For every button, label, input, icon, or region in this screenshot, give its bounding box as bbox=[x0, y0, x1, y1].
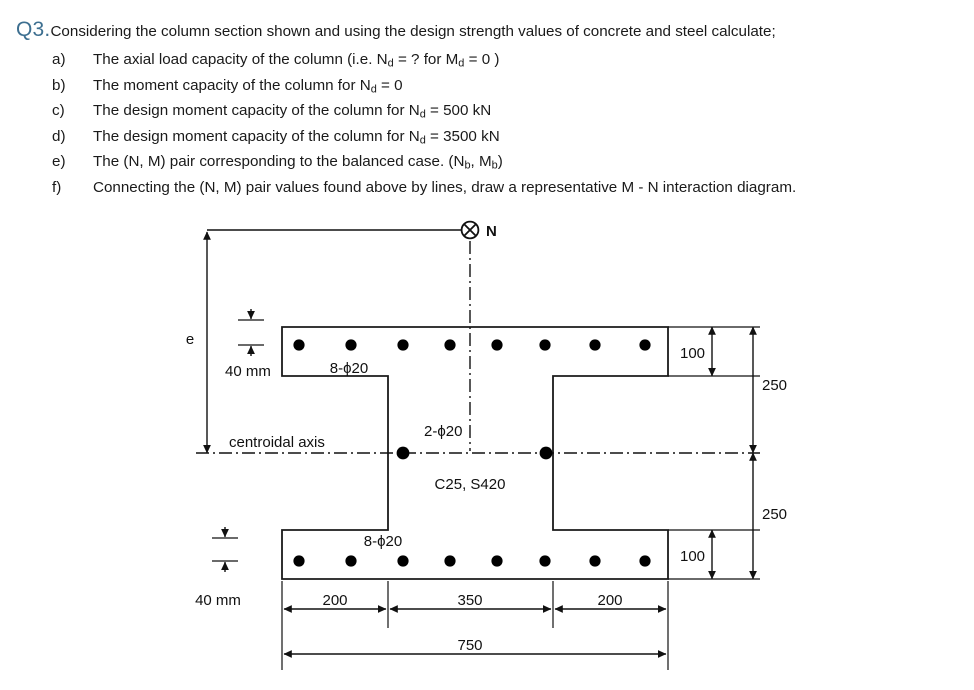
width-right-label: 200 bbox=[597, 592, 622, 609]
half-depth-bottom-label: 250 bbox=[762, 506, 787, 523]
question-number: Q3. bbox=[16, 18, 51, 41]
rebar-dot bbox=[639, 339, 651, 351]
centroidal-axis-label: centroidal axis bbox=[229, 434, 325, 451]
material-label: C25, S420 bbox=[435, 476, 506, 493]
rebar-dot bbox=[444, 339, 456, 351]
item-text-b-pre: The moment capacity of the column for N bbox=[93, 76, 371, 94]
item-text-c-mid: = 500 kN bbox=[425, 102, 492, 120]
question-item-list: a) The axial load capacity of the column… bbox=[52, 47, 952, 201]
rebar-dot bbox=[293, 339, 305, 351]
rebar-dot bbox=[639, 555, 651, 567]
eccentricity-label: e bbox=[186, 331, 194, 348]
question-item-d: d) The design moment capacity of the col… bbox=[52, 124, 952, 150]
item-text-d-pre: The design moment capacity of the column… bbox=[93, 127, 420, 145]
item-marker-d: d) bbox=[52, 127, 66, 145]
flange-thickness-top-label: 100 bbox=[680, 345, 705, 362]
rebar-dot bbox=[345, 555, 357, 567]
total-width-dimension: 750 bbox=[283, 637, 667, 658]
question-item-b: b) The moment capacity of the column for… bbox=[52, 73, 952, 99]
load-annotation: N bbox=[207, 220, 497, 451]
item-text-e-post: ) bbox=[497, 153, 503, 171]
item-marker-c: c) bbox=[52, 102, 65, 120]
rebar-dot bbox=[539, 339, 551, 351]
cover-dimension-top: 40 mm bbox=[225, 309, 271, 380]
item-marker-a: a) bbox=[52, 51, 66, 68]
question-intro-text: Considering the column section shown and… bbox=[50, 23, 776, 40]
item-text-f-pre: Connecting the (N, M) pair values found … bbox=[93, 178, 797, 196]
question-item-e: e) The (N, M) pair corresponding to the … bbox=[52, 149, 952, 175]
rebar-dot bbox=[491, 339, 503, 351]
question-item-a: a) The axial load capacity of the column… bbox=[52, 47, 952, 73]
bottom-rebar-label: 8-ϕ20 bbox=[364, 533, 402, 550]
item-text-a-post: = 0 ) bbox=[464, 51, 500, 68]
question-item-f: f) Connecting the (N, M) pair values fou… bbox=[52, 175, 952, 201]
width-left-label: 200 bbox=[322, 592, 347, 609]
rebar-dot bbox=[589, 339, 601, 351]
rebar-dot bbox=[539, 555, 551, 567]
width-chain-dimensions: 200 350 200 bbox=[283, 592, 667, 613]
column-section-figure: N e centroidal axis 8-ϕ20 8-ϕ20 2-ϕ20 C2… bbox=[0, 208, 974, 690]
width-web-label: 350 bbox=[457, 592, 482, 609]
bottom-flange-rebar-group bbox=[293, 555, 651, 567]
item-text-a-pre: The axial load capacity of the column (i… bbox=[93, 51, 388, 68]
item-marker-e: e) bbox=[52, 153, 66, 171]
item-text-f: Connecting the (N, M) pair values found … bbox=[93, 175, 796, 205]
item-text-e-mid: , M bbox=[470, 153, 492, 171]
web-rebar-label: 2-ϕ20 bbox=[424, 423, 462, 440]
top-flange-rebar-group bbox=[293, 339, 651, 351]
flange-thickness-top-dimension: 100 bbox=[668, 326, 760, 377]
flange-thickness-bottom-dimension: 100 bbox=[668, 529, 760, 580]
cover-dimension-bottom: 40 mm bbox=[195, 527, 241, 609]
item-text-d-mid: = 3500 kN bbox=[425, 127, 500, 145]
flange-thickness-bottom-label: 100 bbox=[680, 548, 705, 565]
item-text-b-mid: = 0 bbox=[376, 76, 403, 94]
cover-bottom-label: 40 mm bbox=[195, 592, 241, 609]
item-text-a-mid: = ? for M bbox=[393, 51, 459, 68]
item-text-c-pre: The design moment capacity of the column… bbox=[93, 102, 420, 120]
load-circle-x-icon bbox=[460, 220, 480, 240]
rebar-dot bbox=[397, 339, 409, 351]
rebar-dot bbox=[397, 555, 409, 567]
question-item-c: c) The design moment capacity of the col… bbox=[52, 98, 952, 124]
question-intro: Q3.Considering the column section shown … bbox=[16, 17, 966, 43]
eccentricity-dimension: e bbox=[186, 231, 211, 454]
rebar-dot bbox=[539, 446, 553, 460]
top-rebar-label: 8-ϕ20 bbox=[330, 360, 368, 377]
width-total-label: 750 bbox=[457, 637, 482, 654]
half-depth-top-label: 250 bbox=[762, 377, 787, 394]
rebar-dot bbox=[396, 446, 410, 460]
item-text-e-pre: The (N, M) pair corresponding to the bal… bbox=[93, 153, 465, 171]
rebar-dot bbox=[293, 555, 305, 567]
rebar-dot bbox=[589, 555, 601, 567]
rebar-dot bbox=[491, 555, 503, 567]
item-marker-f: f) bbox=[52, 178, 62, 196]
rebar-dot bbox=[444, 555, 456, 567]
load-label: N bbox=[486, 223, 497, 240]
cover-top-label: 40 mm bbox=[225, 363, 271, 380]
item-marker-b: b) bbox=[52, 76, 66, 94]
rebar-dot bbox=[345, 339, 357, 351]
